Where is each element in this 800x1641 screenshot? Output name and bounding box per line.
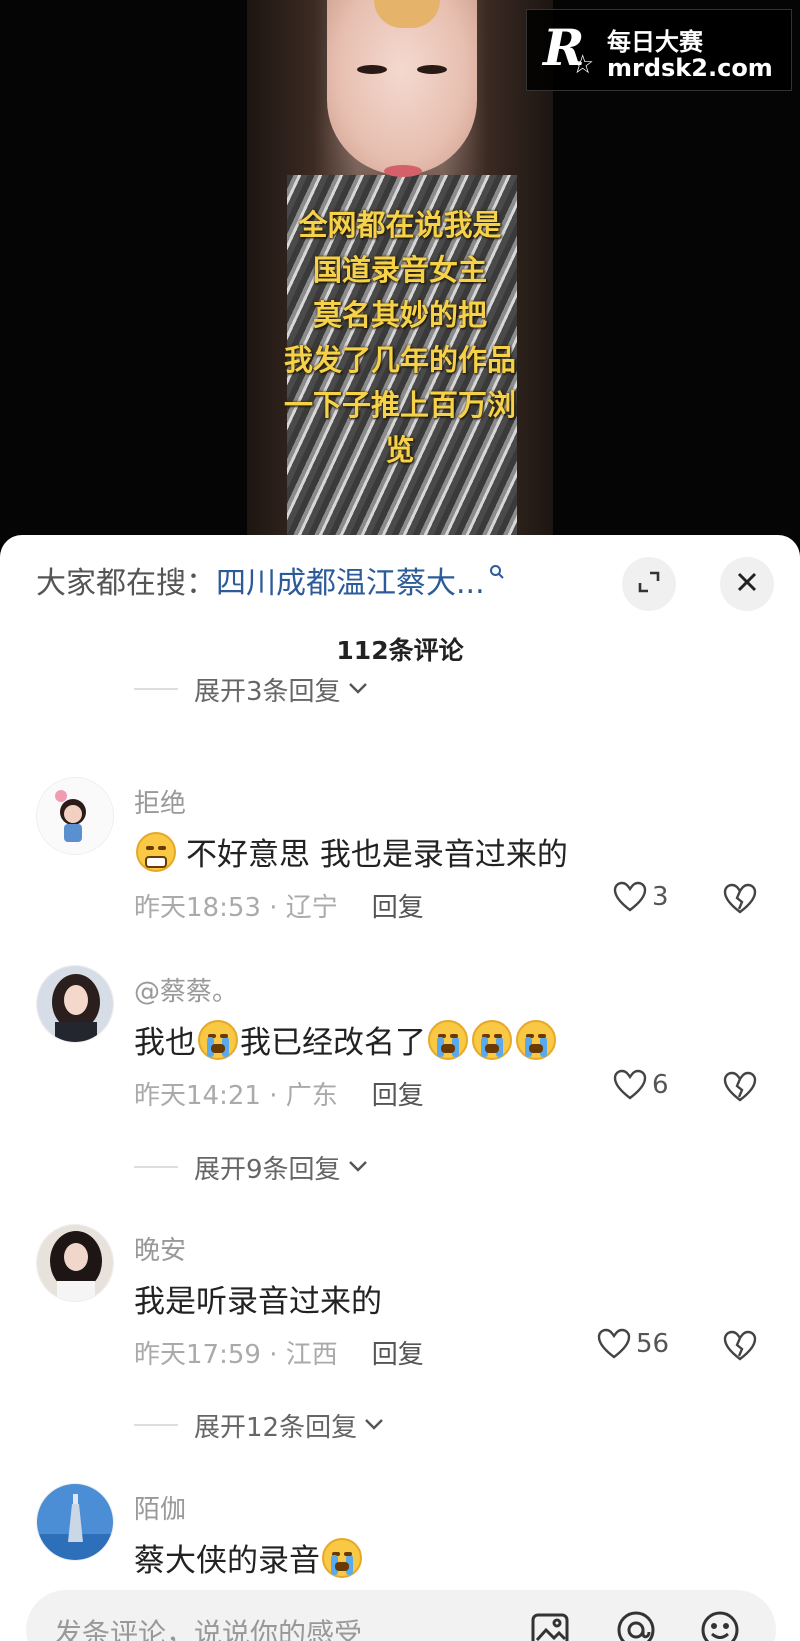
expand-replies-label: 展开12条回复	[194, 1412, 358, 1443]
heart-icon	[597, 1328, 631, 1359]
comment-text: 我是听录音过来的	[134, 1276, 382, 1321]
expand-replies-label: 展开9条回复	[194, 1154, 341, 1185]
video-frame: 全网都在说我是 国道录音女主 莫名其妙的把 我发了几年的作品 一下子推上百万浏 …	[247, 0, 553, 545]
grin-emoji-icon	[136, 831, 176, 872]
broken-heart-icon	[723, 1330, 757, 1361]
caption-line: 全网都在说我是	[298, 208, 502, 242]
caption-line: 一下子推上百万浏	[283, 388, 516, 422]
at-icon[interactable]	[614, 1608, 658, 1641]
emoji-icon[interactable]	[698, 1608, 742, 1641]
avatar[interactable]	[36, 777, 114, 855]
comment-time-location: 昨天18:53 · 辽宁	[134, 893, 338, 923]
heart-icon	[613, 1069, 647, 1100]
crying-emoji-icon	[428, 1019, 468, 1060]
crying-emoji-icon	[198, 1019, 238, 1060]
like-button[interactable]: 6	[612, 1069, 669, 1101]
eye-right	[417, 65, 447, 74]
logo-url: mrdsk2.com	[607, 54, 773, 82]
avatar[interactable]	[36, 1483, 114, 1561]
comment-meta: 昨天18:53 · 辽宁 回复	[134, 887, 424, 924]
divider	[134, 688, 178, 690]
comment-input[interactable]: 发条评论，说说你的感受	[26, 1590, 776, 1641]
close-button[interactable]	[720, 557, 774, 611]
lips	[384, 165, 422, 177]
comment-text-part: 我也	[134, 1025, 196, 1061]
like-count: 56	[636, 1329, 670, 1359]
eye-left	[357, 65, 387, 74]
caption-line: 我发了几年的作品	[283, 343, 516, 377]
comment-username[interactable]: 陌伽	[134, 1489, 186, 1526]
caption-line: 览	[385, 433, 415, 467]
comment-text: 蔡大侠的录音	[134, 1535, 364, 1580]
broken-heart-icon	[723, 883, 757, 914]
comment-meta: 昨天14:21 · 广东 回复	[134, 1075, 424, 1112]
expand-button[interactable]	[622, 557, 676, 611]
divider	[134, 1166, 178, 1168]
comment-text: 不好意思 我也是录音过来的	[134, 829, 568, 874]
crying-emoji-icon	[516, 1019, 556, 1060]
comment-item: 晚安 我是听录音过来的 昨天17:59 · 江西 回复 56	[0, 1224, 800, 1404]
comment-text-body: 不好意思 我也是录音过来的	[186, 837, 568, 873]
search-suggestion[interactable]: 大家都在搜： 四川成都温江蔡大...	[36, 559, 505, 601]
expand-icon	[636, 569, 662, 599]
chevron-down-icon	[347, 1158, 369, 1177]
avatar[interactable]	[36, 1224, 114, 1302]
comment-username[interactable]: 拒绝	[134, 783, 186, 820]
divider	[134, 1424, 178, 1426]
video-caption: 全网都在说我是 国道录音女主 莫名其妙的把 我发了几年的作品 一下子推上百万浏 …	[247, 203, 553, 473]
logo-text: 每日大赛	[607, 28, 703, 56]
expand-replies[interactable]: 展开12条回复	[134, 1405, 385, 1445]
search-icon	[489, 564, 505, 585]
comment-time-location: 昨天17:59 · 江西	[134, 1340, 338, 1370]
chevron-down-icon	[347, 680, 369, 699]
comment-time-location: 昨天14:21 · 广东	[134, 1081, 338, 1111]
dislike-button[interactable]	[722, 883, 758, 919]
watermark-logo: R ☆ 每日大赛 mrdsk2.com	[526, 9, 792, 91]
reply-button[interactable]: 回复	[372, 1075, 424, 1112]
chevron-down-icon	[363, 1416, 385, 1435]
comment-text-body: 蔡大侠的录音	[134, 1543, 320, 1579]
expand-replies[interactable]: 展开9条回复	[134, 1147, 369, 1187]
avatar[interactable]	[36, 965, 114, 1043]
dislike-button[interactable]	[722, 1071, 758, 1107]
comment-input-placeholder: 发条评论，说说你的感受	[54, 1617, 363, 1641]
comment-text-part: 我已经改名了	[240, 1025, 426, 1061]
comment-item: @蔡蔡。 我也 我已经改名了 昨天14:21 · 广东 回复 6	[0, 965, 800, 1145]
dislike-button[interactable]	[722, 1330, 758, 1366]
like-button[interactable]: 56	[596, 1328, 669, 1360]
like-count: 6	[652, 1070, 669, 1100]
close-icon	[736, 571, 758, 597]
crying-emoji-icon	[472, 1019, 512, 1060]
expand-replies[interactable]: 展开3条回复	[134, 669, 369, 709]
image-icon[interactable]	[528, 1608, 572, 1641]
comment-count: 112条评论	[336, 636, 464, 665]
like-count: 3	[652, 882, 669, 912]
expand-replies-label: 展开3条回复	[194, 676, 341, 707]
reply-button[interactable]: 回复	[372, 1334, 424, 1371]
broken-heart-icon	[723, 1071, 757, 1102]
comments-sheet: 大家都在搜： 四川成都温江蔡大... 112条评论 展开3条回复 拒绝 不好意思…	[0, 535, 800, 1641]
comment-username[interactable]: 晚安	[134, 1230, 186, 1267]
comment-item: 拒绝 不好意思 我也是录音过来的 昨天18:53 · 辽宁 回复 3	[0, 777, 800, 957]
comment-text-body: 我是听录音过来的	[134, 1284, 382, 1320]
comment-text: 我也 我已经改名了	[134, 1017, 558, 1062]
comment-username[interactable]: @蔡蔡。	[134, 971, 238, 1008]
like-button[interactable]: 3	[612, 881, 669, 913]
heart-icon	[613, 881, 647, 912]
comment-meta: 昨天17:59 · 江西 回复	[134, 1334, 424, 1371]
reply-button[interactable]: 回复	[372, 887, 424, 924]
video-player[interactable]: 全网都在说我是 国道录音女主 莫名其妙的把 我发了几年的作品 一下子推上百万浏 …	[0, 0, 800, 545]
laughing-crying-emoji-icon	[322, 1537, 362, 1578]
search-prefix: 大家都在搜：	[36, 566, 216, 601]
caption-line: 国道录音女主	[312, 253, 487, 287]
search-link[interactable]: 四川成都温江蔡大...	[216, 558, 485, 602]
star-icon: ☆	[571, 50, 595, 80]
caption-line: 莫名其妙的把	[312, 298, 487, 332]
